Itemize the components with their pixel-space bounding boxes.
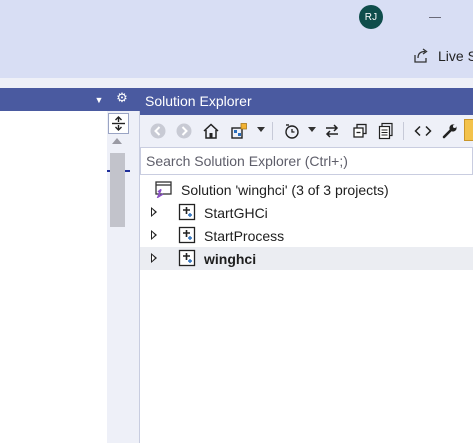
solution-tree: Solution 'winghci' (3 of 3 projects) Sta… bbox=[140, 175, 473, 443]
show-all-files-icon[interactable] bbox=[376, 121, 396, 141]
search-input[interactable] bbox=[141, 148, 472, 174]
tree-item-startghci[interactable]: StartGHCi bbox=[140, 201, 473, 224]
solution-explorer-title: Solution Explorer bbox=[145, 93, 252, 109]
sync-icon[interactable] bbox=[322, 121, 342, 141]
toolbar-separator bbox=[272, 122, 273, 140]
split-window-button[interactable] bbox=[108, 113, 129, 134]
scroll-thumb[interactable] bbox=[110, 153, 125, 227]
collapse-all-icon[interactable] bbox=[350, 121, 370, 141]
solution-explorer-search[interactable] bbox=[140, 147, 473, 175]
editor-area[interactable] bbox=[0, 111, 107, 443]
scroll-up-arrow-icon[interactable] bbox=[112, 138, 122, 144]
chevron-right-icon[interactable] bbox=[151, 207, 157, 217]
title-bar: RJ Live S bbox=[0, 0, 473, 78]
tree-item-startprocess[interactable]: StartProcess bbox=[140, 224, 473, 247]
tree-item-label: StartGHCi bbox=[204, 204, 268, 221]
project-icon bbox=[178, 226, 196, 244]
solution-explorer-header: Solution Explorer bbox=[140, 88, 473, 115]
tree-item-label: winghci bbox=[204, 250, 257, 267]
tree-item-winghci[interactable]: winghci bbox=[140, 247, 473, 270]
pending-changes-filter-icon[interactable] bbox=[282, 121, 302, 141]
solution-label: Solution 'winghci' (3 of 3 projects) bbox=[181, 181, 389, 198]
panel-divider[interactable] bbox=[130, 111, 140, 443]
chevron-down-icon[interactable] bbox=[257, 127, 265, 132]
forward-arrow-icon[interactable] bbox=[174, 121, 194, 141]
chevron-right-icon[interactable] bbox=[151, 230, 157, 240]
live-share-button[interactable]: Live S bbox=[412, 46, 473, 66]
solution-icon bbox=[155, 181, 172, 198]
minimize-button[interactable] bbox=[429, 17, 441, 18]
home-icon[interactable] bbox=[201, 121, 221, 141]
back-arrow-icon[interactable] bbox=[148, 121, 168, 141]
user-avatar[interactable]: RJ bbox=[359, 5, 383, 29]
properties-wrench-icon[interactable] bbox=[440, 121, 460, 141]
chevron-down-icon[interactable] bbox=[308, 127, 316, 132]
switch-views-icon[interactable] bbox=[229, 121, 249, 141]
toolbar-separator bbox=[403, 122, 404, 140]
solution-node[interactable]: Solution 'winghci' (3 of 3 projects) bbox=[140, 178, 473, 201]
tree-item-label: StartProcess bbox=[204, 227, 285, 244]
share-icon bbox=[414, 48, 428, 63]
chevron-right-icon[interactable] bbox=[151, 253, 157, 263]
auto-hide-pin-button[interactable] bbox=[464, 119, 473, 141]
editor-tab-bar: ▼ ⚙ bbox=[0, 88, 140, 111]
project-icon bbox=[178, 203, 196, 221]
live-share-label: Live S bbox=[438, 48, 473, 64]
view-code-icon[interactable] bbox=[413, 121, 433, 141]
chevron-down-icon[interactable]: ▼ bbox=[93, 94, 105, 106]
solution-explorer-toolbar bbox=[140, 115, 473, 147]
gear-icon[interactable]: ⚙ bbox=[115, 91, 129, 105]
split-icon bbox=[112, 116, 125, 131]
project-icon bbox=[178, 249, 196, 267]
